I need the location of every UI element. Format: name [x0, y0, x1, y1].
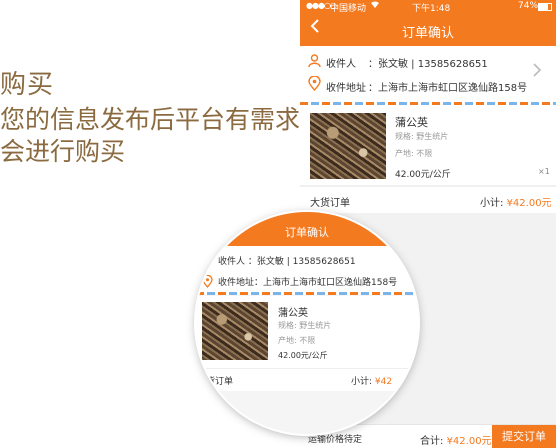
order-type-label: 大货订单 [310, 198, 350, 209]
total-amount: ¥42.00元 [446, 436, 492, 447]
subtotal-amount: ¥42.00元 [506, 198, 552, 209]
product-price: 42.00元/公斤 [395, 170, 451, 180]
page-title: 订单确认 [401, 26, 454, 41]
promo-title: 购买 [0, 70, 55, 100]
magnifier-lens: 订单确认 收件人 ：张文敏 | 13585628651 收件地址：上海市上海市虹… [196, 212, 418, 434]
magnified-recipient: 收件人 ：张文敏 | 13585628651 [218, 257, 356, 267]
promo-description: 您的信息发布后平台有需求会进行购买 [0, 105, 301, 166]
magnified-product-name: 蒲公英 [278, 308, 308, 319]
address-card[interactable]: 收件人 ：张文敏 | 13585628651 收件地址 ：上海市上海市虹口区逸仙… [300, 46, 556, 102]
product-thumbnail [310, 113, 386, 179]
magnified-origin: 产地: 不限 [278, 336, 316, 345]
product-name: 蒲公英 [395, 116, 428, 129]
submit-order-button[interactable]: 提交订单 [492, 425, 556, 448]
magnified-stripe [196, 292, 418, 295]
address-value: ：上海市上海市虹口区逸仙路158号 [368, 83, 528, 94]
wifi-icon [370, 0, 380, 12]
magnified-product: 蒲公英 规格: 野生统片 产地: 不限 42.00元/公斤 [196, 296, 418, 368]
subtotal: 小计: ¥42.00元 [480, 198, 552, 209]
magnified-address: 收件人 ：张文敏 | 13585628651 收件地址：上海市上海市虹口区逸仙路… [196, 246, 418, 294]
product-item[interactable]: 蒲公英 规格: 野生统片 产地: 不限 42.00元/公斤 ×1 [300, 105, 556, 185]
person-icon [308, 53, 321, 68]
magnified-subtotal-row: 货订单 小计: ¥42 [196, 368, 418, 391]
total: 合计: ¥42.00元 [420, 436, 492, 447]
product-origin: 产地: 不限 [395, 149, 433, 158]
magnified-subtotal: 小计: ¥42 [351, 377, 393, 387]
chevron-right-icon [532, 62, 542, 83]
subtotal-row: 大货订单 小计: ¥42.00元 [300, 186, 556, 213]
magnified-spec: 规格: 野生统片 [278, 321, 332, 330]
nav-bar: 订单确认 [300, 13, 556, 46]
magnified-order-type: 货订单 [206, 377, 234, 387]
battery-percent: 74% [518, 1, 539, 11]
magnified-thumbnail [202, 302, 268, 360]
shipping-note: 运输价格待定 [308, 435, 363, 445]
product-spec: 规格: 野生统片 [395, 132, 449, 141]
battery-icon [538, 3, 552, 11]
magnified-price: 42.00元/公斤 [278, 351, 328, 360]
magnified-nav-bar: 订单确认 [196, 212, 418, 246]
location-pin-icon [202, 273, 213, 288]
magnified-address-text: 收件地址：上海市上海市虹口区逸仙路158号 [218, 278, 398, 288]
address-label: 收件地址 [326, 83, 366, 94]
recipient-value: ：张文敏 | 13585628651 [368, 59, 488, 70]
magnified-title: 订单确认 [285, 226, 329, 239]
location-pin-icon [308, 75, 321, 92]
recipient-label: 收件人 [326, 59, 356, 70]
magnified-subtotal-amount: ¥42 [374, 377, 393, 387]
product-quantity: ×1 [538, 167, 550, 176]
status-bar: ●●●○○ 中国移动 下午1:48 74% [300, 0, 556, 14]
